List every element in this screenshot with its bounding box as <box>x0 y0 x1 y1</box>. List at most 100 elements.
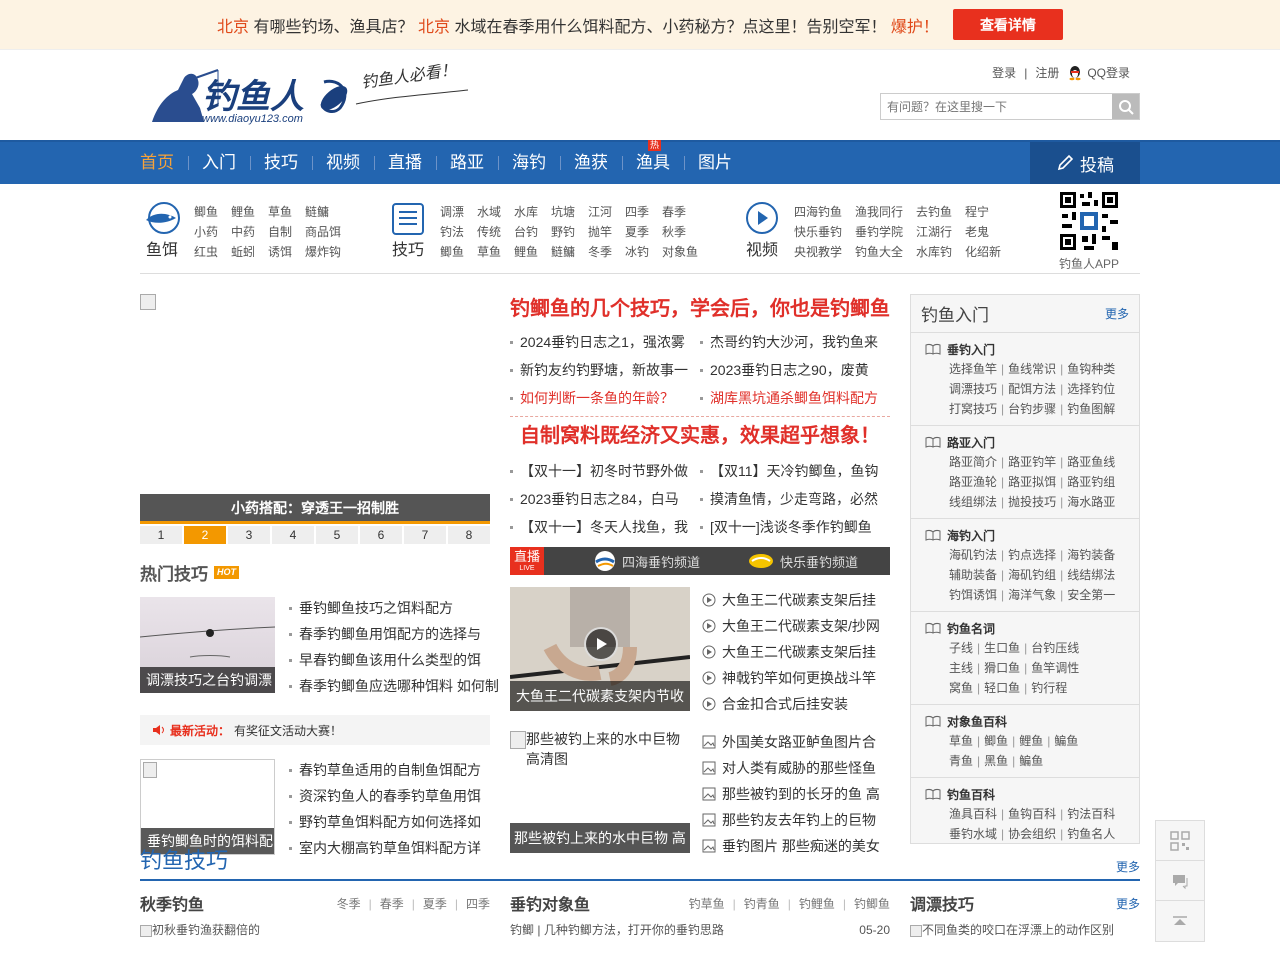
sidebar-link[interactable]: 线结绑法 <box>1067 568 1115 582</box>
sidebar-link[interactable]: 选择钓位 <box>1067 382 1115 396</box>
sidebar-link[interactable]: 海矶钓组 <box>1008 568 1056 582</box>
sidebar-link[interactable]: 猾口鱼 <box>984 661 1020 675</box>
subnav-link[interactable]: 四季 <box>625 204 662 220</box>
sidebar-link[interactable]: 海水路亚 <box>1067 495 1115 509</box>
sidebar-link[interactable]: 路亚简介 <box>949 455 997 469</box>
nav-item-gear[interactable]: 渔具热 <box>622 140 684 184</box>
subnav-link[interactable]: 快乐垂钓 <box>794 224 855 240</box>
subnav-link[interactable]: 秋季 <box>662 224 699 240</box>
headline-1[interactable]: 钓鲫鱼的几个技巧，学会后，你也是钓鲫鱼 <box>510 294 890 324</box>
sidebar-link[interactable]: 海钓装备 <box>1067 548 1115 562</box>
subnav-link[interactable]: 江湖行 <box>916 224 965 240</box>
sidebar-link[interactable]: 黑鱼 <box>984 754 1008 768</box>
subnav-link[interactable]: 水域 <box>477 204 514 220</box>
article-thumbnail[interactable]: 垂钓鲫鱼时的饵料配 <box>140 759 275 855</box>
subnav-link[interactable]: 红虫 <box>194 244 231 260</box>
qr-code-button[interactable] <box>1156 821 1204 861</box>
list-item[interactable]: 垂钓鲫鱼技巧之饵料配方 <box>289 597 499 623</box>
subnav-link[interactable]: 中药 <box>231 224 268 240</box>
nav-item-sea-fishing[interactable]: 海钓 <box>498 142 560 184</box>
picture-item[interactable]: 对人类有威胁的那些怪鱼 <box>702 755 880 781</box>
subnav-link[interactable]: 抛竿 <box>588 224 625 240</box>
sidebar-link[interactable]: 鱼钩百科 <box>1008 807 1056 821</box>
sidebar-link[interactable]: 配饵方法 <box>1008 382 1056 396</box>
slider-page[interactable]: 5 <box>316 526 358 544</box>
play-button[interactable] <box>584 627 618 661</box>
nav-item-skills[interactable]: 技巧 <box>250 142 312 184</box>
subnav-link[interactable]: 化绍新 <box>965 244 1014 260</box>
slider-page-active[interactable]: 2 <box>184 526 226 544</box>
list-item[interactable]: 早春钓鲫鱼该用什么类型的饵 <box>289 649 499 675</box>
column-more-link[interactable]: 更多 <box>1116 895 1140 912</box>
sidebar-link[interactable]: 台钓压线 <box>1031 641 1079 655</box>
bait-category[interactable]: 鱼饵 <box>140 202 184 260</box>
subnav-link[interactable]: 诱饵 <box>268 244 305 260</box>
news-item[interactable]: 2023垂钓日志之90，废黄 <box>700 356 890 384</box>
sidebar-link[interactable]: 钓法百科 <box>1067 807 1115 821</box>
promo-banner[interactable]: 北京 有哪些钓场、渔具店？ 北京 水域在春季用什么饵料配方、小药秘方？点这里！告… <box>0 0 1280 50</box>
sidebar-link[interactable]: 垂钓水域 <box>949 827 997 841</box>
subnav-link[interactable]: 野钓 <box>551 224 588 240</box>
sidebar-link[interactable]: 鲫鱼 <box>984 734 1008 748</box>
sidebar-link[interactable]: 钓鱼名人 <box>1067 827 1115 841</box>
list-item[interactable]: 春季钓鲫鱼用饵配方的选择与 <box>289 623 499 649</box>
site-logo[interactable]: 钓鱼人 www.diaoyu123.com 钓鱼人必看！ <box>144 61 474 128</box>
subnav-link[interactable]: 水库钓 <box>916 244 965 260</box>
subnav-link[interactable]: 坑塘 <box>551 204 588 220</box>
sidebar-group-title[interactable]: 钓鱼百科 <box>925 784 1129 804</box>
sidebar-group-title[interactable]: 对象鱼百科 <box>925 711 1129 731</box>
login-link[interactable]: 登录 <box>992 64 1016 81</box>
subnav-link[interactable]: 蚯蚓 <box>231 244 268 260</box>
sidebar-link[interactable]: 鳊鱼 <box>1019 754 1043 768</box>
nav-item-pictures[interactable]: 图片 <box>684 142 746 184</box>
tab-link[interactable]: 冬季 <box>337 897 361 911</box>
slider-caption[interactable]: 小药搭配：穿透王一招制胜 <box>140 494 490 524</box>
feedback-button[interactable] <box>1156 861 1204 901</box>
sidebar-link[interactable]: 抛投技巧 <box>1008 495 1056 509</box>
sidebar-link[interactable]: 钓鱼图解 <box>1067 402 1115 416</box>
subnav-link[interactable]: 江河 <box>588 204 625 220</box>
tab-link[interactable]: 夏季 <box>423 897 447 911</box>
slider-page[interactable]: 8 <box>448 526 490 544</box>
sidebar-link[interactable]: 钓行程 <box>1031 681 1067 695</box>
register-link[interactable]: 注册 <box>1035 64 1059 81</box>
tab-link[interactable]: 钓草鱼 <box>689 897 725 911</box>
article-item[interactable]: 初秋垂钓渔获翻倍的 <box>140 923 490 937</box>
picture-thumbnail[interactable]: 那些被钓上来的水中巨物高清图 那些被钓上来的水中巨物 高 <box>510 729 690 853</box>
subnav-link[interactable]: 钓鱼大全 <box>855 244 916 260</box>
subnav-link[interactable]: 自制 <box>268 224 305 240</box>
video-category[interactable]: 视频 <box>740 202 784 260</box>
slider-page[interactable]: 1 <box>140 526 182 544</box>
subnav-link[interactable]: 钓法 <box>440 224 477 240</box>
subnav-link[interactable]: 鲫鱼 <box>194 204 231 220</box>
sidebar-link[interactable]: 轻口鱼 <box>984 681 1020 695</box>
nav-item-live[interactable]: 直播 <box>374 142 436 184</box>
tab-link[interactable]: 钓鲫鱼 <box>854 897 890 911</box>
list-item[interactable]: 春钓草鱼适用的自制鱼饵配方 <box>289 759 481 785</box>
video-thumbnail[interactable]: 大鱼王二代碳素支架内节收 <box>510 587 690 711</box>
sidebar-link[interactable]: 海洋气象 <box>1008 588 1056 602</box>
back-to-top-button[interactable] <box>1156 901 1204 941</box>
sidebar-link[interactable]: 调漂技巧 <box>949 382 997 396</box>
post-button[interactable]: 投稿 <box>1030 142 1140 184</box>
subnav-link[interactable]: 四海钓鱼 <box>794 204 855 220</box>
picture-item[interactable]: 那些被钓到的长牙的鱼 高 <box>702 781 880 807</box>
video-item[interactable]: 神戟钓竿如何更换战斗竿 <box>702 665 880 691</box>
promo-details-button[interactable]: 查看详情 <box>952 9 1063 40</box>
tab-link[interactable]: 四季 <box>466 897 490 911</box>
subnav-link[interactable]: 商品饵 <box>305 224 342 240</box>
subnav-link[interactable]: 垂钓学院 <box>855 224 916 240</box>
news-item[interactable]: 2023垂钓日志之84，白马 <box>510 485 700 513</box>
sidebar-link[interactable]: 路亚渔轮 <box>949 475 997 489</box>
nav-item-catch[interactable]: 渔获 <box>560 142 622 184</box>
image-slider[interactable] <box>140 294 490 494</box>
article-item[interactable]: 钓鲫 | 几种钓鲫方法，打开你的垂钓思路 05-20 <box>510 923 890 937</box>
tab-link[interactable]: 春季 <box>380 897 404 911</box>
nav-item-lure[interactable]: 路亚 <box>436 142 498 184</box>
nav-item-video[interactable]: 视频 <box>312 142 374 184</box>
sidebar-link[interactable]: 选择鱼竿 <box>949 362 997 376</box>
sidebar-link[interactable]: 协会组织 <box>1008 827 1056 841</box>
tab-link[interactable]: 钓青鱼 <box>744 897 780 911</box>
sidebar-link[interactable]: 路亚拟饵 <box>1008 475 1056 489</box>
sidebar-link[interactable]: 子线 <box>949 641 973 655</box>
